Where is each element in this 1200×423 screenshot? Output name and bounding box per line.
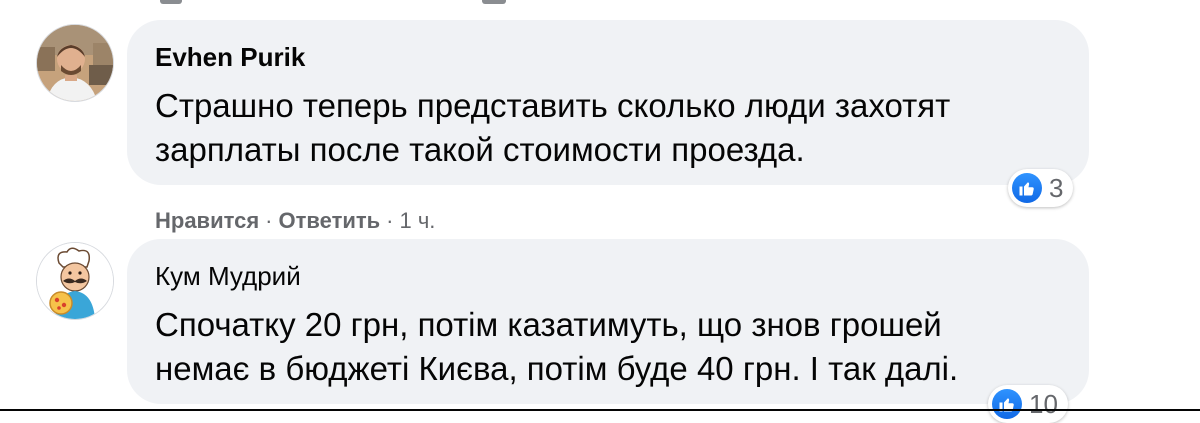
image-bottom-border	[0, 409, 1200, 411]
avatar[interactable]	[36, 24, 114, 102]
comment-bubble: Кум Мудрий Спочатку 20 грн, потім казати…	[127, 239, 1089, 404]
comment-author[interactable]: Кум Мудрий	[155, 261, 301, 292]
reaction-count: 3	[1049, 173, 1064, 203]
comment-text: Спочатку 20 грн, потім казатимуть, що зн…	[155, 303, 958, 391]
reaction-summary[interactable]: 3	[1008, 169, 1074, 207]
like-icon	[992, 389, 1022, 419]
comment-text-line: Спочатку 20 грн, потім казатимуть, що зн…	[155, 306, 942, 343]
comment-author[interactable]: Evhen Purik	[155, 42, 305, 73]
previous-comment-actions-fragment	[0, 0, 1200, 4]
comment-text: Страшно теперь представить сколько люди …	[155, 84, 950, 172]
like-icon	[1012, 173, 1042, 203]
separator: ·	[386, 208, 394, 233]
reply-link[interactable]: Ответить	[279, 208, 381, 233]
separator: ·	[265, 208, 273, 233]
reaction-summary[interactable]: 10	[988, 385, 1068, 423]
comment-bubble: Evhen Purik Страшно теперь представить с…	[127, 20, 1089, 185]
reaction-count: 10	[1029, 389, 1058, 419]
comment-text-line: зарплаты после такой стоимости проезда.	[155, 131, 805, 168]
comment-actions: Нравится · Ответить · 1 ч.	[155, 208, 435, 234]
like-link[interactable]: Нравится	[155, 208, 259, 233]
avatar[interactable]	[36, 242, 114, 320]
comment-text-line: Страшно теперь представить сколько люди …	[155, 87, 951, 124]
comment-text-line: немає в бюджеті Києва, потім буде 40 грн…	[155, 350, 959, 387]
timestamp[interactable]: 1 ч.	[400, 208, 436, 233]
